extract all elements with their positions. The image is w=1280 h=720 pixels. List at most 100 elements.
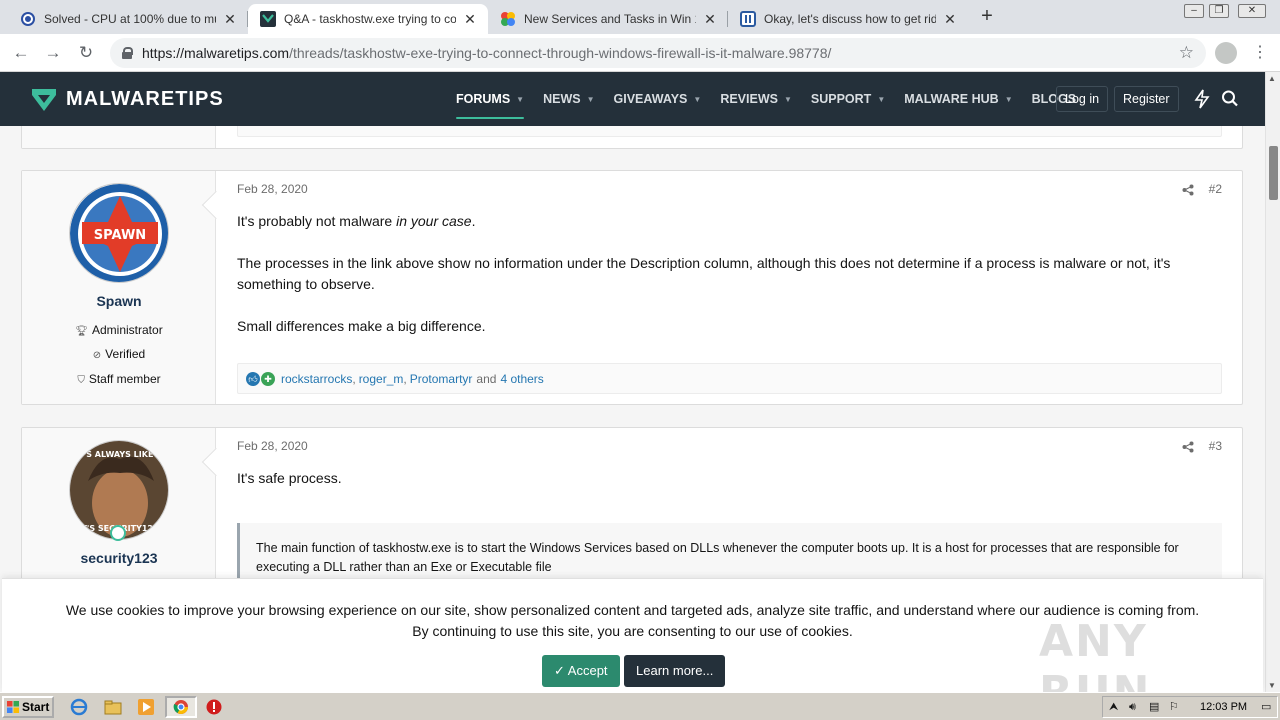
minimize-button[interactable]: –	[1184, 4, 1204, 18]
taskbar-chrome-button[interactable]	[165, 696, 197, 718]
stop-icon[interactable]	[205, 698, 223, 716]
username[interactable]: Spawn	[22, 293, 216, 309]
browser-menu-icon[interactable]: ⋮	[1252, 42, 1268, 64]
scroll-down-icon[interactable]: ▼	[1268, 681, 1276, 690]
forward-arrow-icon[interactable]: →	[42, 42, 64, 64]
nav-giveaways[interactable]: GIVEAWAYS ▼	[614, 72, 702, 126]
browser-tab-strip: Solved - CPU at 100% due to multipl ✕ Q&…	[0, 0, 1280, 34]
tab-title: New Services and Tasks in Win 10 - \	[524, 12, 696, 26]
tab-title: Okay, let's discuss how to get rid of	[764, 12, 936, 26]
post-2: SPAWN Spawn 🏆︎ Administrator ⊘ Verified ⛉ S…	[21, 170, 1243, 405]
post-paragraph: The processes in the link above show no …	[237, 255, 1171, 292]
site-logo[interactable]: MALWARETIPS	[30, 85, 224, 113]
restore-button[interactable]: ❐	[1209, 4, 1229, 18]
close-icon[interactable]: ✕	[462, 11, 478, 28]
chevron-down-icon[interactable]: ▼	[877, 95, 885, 104]
close-icon[interactable]: ✕	[942, 11, 958, 28]
new-tab-button[interactable]: +	[976, 6, 998, 28]
avatar[interactable]: SPAWN	[69, 183, 169, 283]
clock: 12:03 PM	[1200, 701, 1248, 713]
post-date[interactable]: Feb 28, 2020	[237, 182, 308, 196]
nav-forums[interactable]: FORUMS ▼	[456, 72, 525, 126]
reaction-user[interactable]: Protomartyr	[410, 372, 473, 386]
nav-reviews[interactable]: REVIEWS ▼	[720, 72, 792, 126]
cookie-notice: ANY RUN We use cookies to improve your b…	[2, 578, 1263, 692]
colorful-icon	[501, 12, 515, 26]
accept-cookies-button[interactable]: ✓ Accept	[542, 655, 620, 687]
reload-icon[interactable]: ↻	[75, 42, 97, 64]
window-close-button[interactable]: ✕	[1238, 4, 1266, 18]
media-player-icon[interactable]	[137, 698, 155, 716]
browser-tab-4[interactable]: Okay, let's discuss how to get rid of ✕	[728, 4, 968, 34]
check-circle-icon: ⊘	[92, 350, 102, 361]
chevron-down-icon[interactable]: ▼	[784, 95, 792, 104]
user-title-staff: ⛉ Staff member	[77, 372, 161, 386]
lightning-icon[interactable]	[1193, 89, 1211, 109]
reaction-others-link[interactable]: 4 others	[500, 372, 543, 386]
main-nav: FORUMS ▼ NEWS ▼ GIVEAWAYS ▼ REVIEWS ▼ SUPPOR…	[456, 72, 1095, 126]
forum-icon	[740, 11, 756, 27]
browser-tab-2[interactable]: Q&A - taskhostw.exe trying to conn ✕	[248, 4, 488, 34]
tab-title: Q&A - taskhostw.exe trying to conn	[284, 12, 456, 26]
internet-explorer-icon[interactable]	[70, 698, 88, 716]
post-paragraph: Small differences make a big difference.	[237, 318, 486, 334]
network-icon[interactable]: ▤	[1149, 697, 1159, 717]
cookie-text: We use cookies to improve your browsing …	[65, 602, 1200, 639]
learn-more-button[interactable]: Learn more...	[624, 655, 726, 687]
chevron-down-icon[interactable]: ▼	[587, 95, 595, 104]
user-title-verified: ⊘ Verified	[92, 347, 146, 361]
user-title-administrator: 🏆︎ Administrator	[75, 323, 163, 337]
reaction-bar: 👍︎ ✚ rockstarrocks, roger_m, Protomartyr…	[237, 363, 1222, 394]
nav-support[interactable]: SUPPORT ▼	[811, 72, 885, 126]
post-number[interactable]: #2	[1209, 182, 1222, 196]
share-icon[interactable]	[1182, 184, 1194, 196]
chevron-down-icon[interactable]: ▼	[693, 95, 701, 104]
tray-arrow-icon[interactable]: ⮝	[1109, 697, 1118, 717]
register-button[interactable]: Register	[1114, 86, 1179, 112]
flag-icon[interactable]: ⚐	[1169, 697, 1179, 717]
trophy-icon: 🏆︎	[75, 326, 88, 337]
address-bar[interactable]: https://malwaretips.com/threads/taskhost…	[110, 38, 1206, 68]
chevron-down-icon[interactable]: ▼	[1005, 95, 1013, 104]
browser-tab-3[interactable]: New Services and Tasks in Win 10 - \ ✕	[488, 4, 728, 34]
post-paragraph: It's safe process.	[237, 470, 342, 486]
login-button[interactable]: Log in	[1056, 86, 1109, 112]
browser-tab-1[interactable]: Solved - CPU at 100% due to multipl ✕	[8, 4, 248, 34]
bookmark-star-icon[interactable]: ☆	[1179, 43, 1194, 63]
reaction-user[interactable]: rockstarrocks	[281, 372, 352, 386]
page-viewport: MALWARETIPS FORUMS ▼ NEWS ▼ GIVEAWAYS ▼ REV…	[0, 72, 1280, 692]
profile-avatar-icon[interactable]	[1215, 42, 1237, 64]
username[interactable]: security123	[22, 550, 216, 566]
folder-icon[interactable]	[104, 698, 122, 716]
volume-icon[interactable]: 🔊︎	[1129, 697, 1136, 717]
windows-taskbar: Start ⮝ 🔊︎ ▤ ⚐ 12:03 PM ▭	[0, 692, 1280, 720]
nav-news[interactable]: NEWS ▼	[543, 72, 594, 126]
post-date[interactable]: Feb 28, 2020	[237, 439, 308, 453]
chevron-down-icon[interactable]: ▼	[516, 95, 524, 104]
desktop-icon[interactable]: ▭	[1261, 697, 1271, 717]
scroll-up-icon[interactable]: ▲	[1268, 74, 1276, 83]
site-header: MALWARETIPS FORUMS ▼ NEWS ▼ GIVEAWAYS ▼ REV…	[0, 72, 1265, 126]
search-icon[interactable]	[1221, 89, 1239, 109]
share-icon[interactable]	[1182, 441, 1194, 453]
close-icon[interactable]: ✕	[702, 11, 718, 28]
start-button[interactable]: Start	[2, 696, 54, 718]
url-host: https://malwaretips.com	[142, 45, 290, 61]
reaction-user[interactable]: roger_m	[359, 372, 404, 386]
avatar-text: SPAWN	[94, 228, 146, 243]
like-icon[interactable]: 👍︎	[246, 371, 260, 386]
tab-title: Solved - CPU at 100% due to multipl	[44, 12, 216, 26]
post-number[interactable]: #3	[1209, 439, 1222, 453]
scrollbar-thumb[interactable]	[1269, 146, 1278, 200]
close-icon[interactable]: ✕	[222, 11, 238, 28]
thumbs-up-green-icon[interactable]: ✚	[261, 371, 275, 386]
chrome-icon	[173, 700, 188, 714]
online-status-icon	[110, 525, 126, 541]
back-arrow-icon[interactable]: ←	[10, 42, 32, 64]
post-paragraph: It's probably not malware in your case.	[237, 213, 476, 229]
nav-malware-hub[interactable]: MALWARE HUB ▼	[904, 72, 1012, 126]
avast-icon	[21, 12, 35, 26]
system-tray: ⮝ 🔊︎ ▤ ⚐ 12:03 PM ▭	[1102, 696, 1278, 718]
page-scrollbar[interactable]: ▲ ▼	[1265, 72, 1280, 692]
shield-icon: ⛉	[77, 375, 85, 386]
